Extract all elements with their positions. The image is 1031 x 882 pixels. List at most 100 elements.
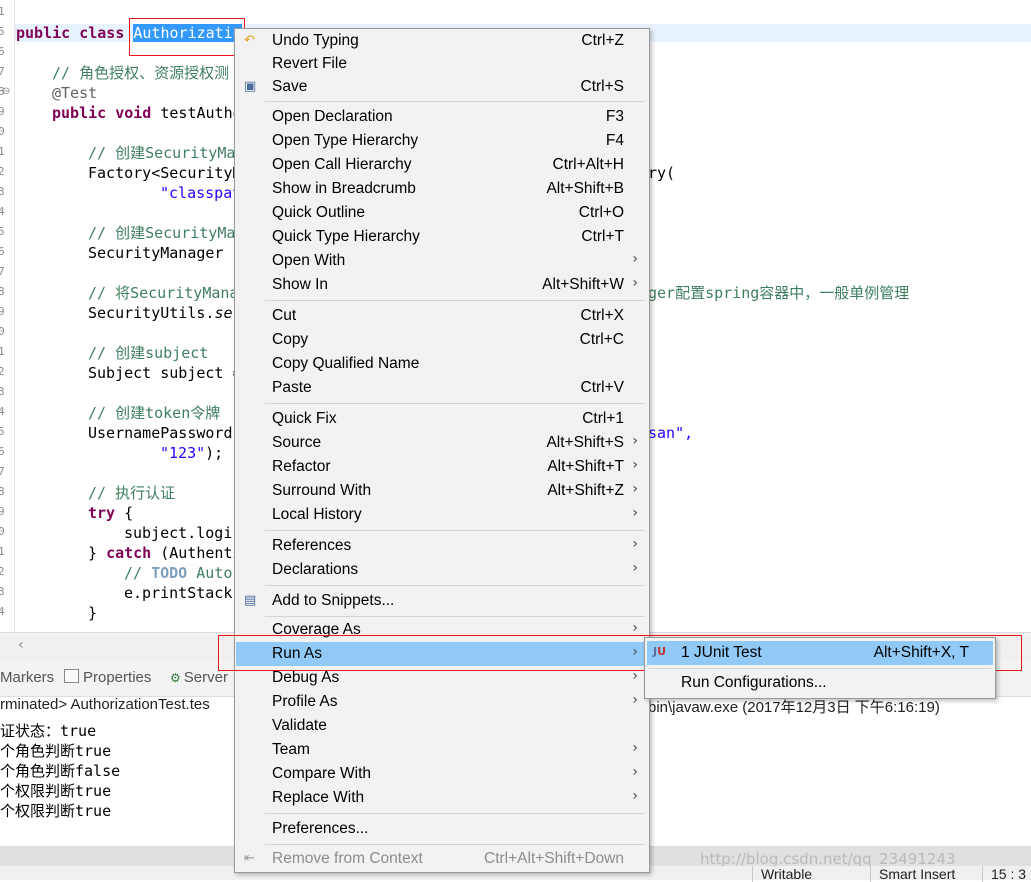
tab-markers[interactable]: Markers [0,669,54,686]
chevron-right-icon: › [632,560,638,576]
code-text: (Authenti [151,544,242,562]
menu-label: Copy [272,331,309,348]
menu-label: Replace With [272,789,365,806]
menu-separator [649,668,991,669]
menu-item-copy-qualified-name[interactable]: Copy Qualified Name [236,352,648,376]
menu-item-references[interactable]: References › [236,534,648,558]
menu-item-remove-from-context[interactable]: ⇤ Remove from Context Ctrl+Alt+Shift+Dow… [236,847,648,871]
chevron-right-icon: › [632,620,638,636]
chevron-right-icon: › [632,692,638,708]
run-as-submenu: JU 1 JUnit Test Alt+Shift+X, T Run Confi… [644,637,996,699]
menu-item-declarations[interactable]: Declarations › [236,558,648,582]
undo-icon: ↶ [244,33,255,48]
console-launch-name: rminated> AuthorizationTest.tes [0,696,210,713]
code-statement: Subject subject = [88,364,242,382]
save-icon: ▣ [244,79,257,94]
menu-shortcut: Ctrl+1 [582,410,624,427]
code-statement: "123"); [160,443,223,463]
fold-toggle-icon[interactable]: ⊖ [2,86,10,97]
menu-item-profile-as[interactable]: Profile As › [236,690,648,714]
menu-label: Open Declaration [272,108,393,125]
menu-item-source[interactable]: Source Alt+Shift+S › [236,431,648,455]
line-number: 3 [0,586,10,598]
menu-label: Refactor [272,458,331,475]
menu-shortcut: Alt+Shift+B [546,180,624,197]
menu-item-local-history[interactable]: Local History › [236,503,648,527]
menu-separator [265,844,645,845]
line-number: 6 [0,446,10,458]
menu-shortcut: Ctrl+O [578,204,624,221]
menu-item-preferences[interactable]: Preferences... [236,817,648,841]
menu-label: Revert File [272,55,347,72]
menu-item-quick-fix[interactable]: Quick Fix Ctrl+1 [236,407,648,431]
menu-item-replace-with[interactable]: Replace With › [236,786,648,810]
code-text: ); [205,444,224,462]
menu-item-open-declaration[interactable]: Open Declaration F3 [236,105,648,129]
menu-label: Show in Breadcrumb [272,180,416,197]
method-declaration: public void testAutho [52,103,242,123]
menu-label: Save [272,78,308,95]
line-number: 1 [0,6,10,18]
menu-item-paste[interactable]: Paste Ctrl+V [236,376,648,400]
line-number: 8 [0,486,10,498]
context-menu: ↶ Undo Typing Ctrl+Z Revert File ▣ Save … [234,28,650,873]
menu-label: Quick Outline [272,204,366,221]
menu-item-save[interactable]: ▣ Save Ctrl+S [236,75,648,99]
menu-item-undo[interactable]: ↶ Undo Typing Ctrl+Z [236,29,648,53]
line-number: 3 [0,186,10,198]
menu-item-open-type-hierarchy[interactable]: Open Type Hierarchy F4 [236,129,648,153]
menu-item-open-with[interactable]: Open With › [236,249,648,273]
menu-item-copy[interactable]: Copy Ctrl+C [236,328,648,352]
tab-servers[interactable]: ⚙ Server [170,669,228,686]
line-number: 6 [0,46,10,58]
line-number: 1 [0,546,10,558]
chevron-right-icon: › [632,457,638,473]
menu-item-add-to-snippets[interactable]: ▤ Add to Snippets... [236,589,648,613]
menu-label: Declarations [272,561,359,578]
menu-item-quick-outline[interactable]: Quick Outline Ctrl+O [236,201,648,225]
menu-label: Open Call Hierarchy [272,156,412,173]
method-name: testAutho [160,104,242,122]
line-number: 9 [0,506,10,518]
submenu-item-junit-test[interactable]: JU 1 JUnit Test Alt+Shift+X, T [647,641,993,665]
menu-item-show-in[interactable]: Show In Alt+Shift+W › [236,273,648,297]
code-statement: subject.logi [124,524,233,542]
code-comment: // 将SecurityMana [88,284,239,302]
menu-item-show-in-breadcrumb[interactable]: Show in Breadcrumb Alt+Shift+B [236,177,648,201]
junit-icon: JU [653,645,667,658]
line-number: 1 [0,346,10,358]
menu-item-cut[interactable]: Cut Ctrl+X [236,304,648,328]
menu-item-revert-file[interactable]: Revert File [236,52,648,76]
catch-statement: } catch (Authenti [88,543,242,563]
servers-icon: ⚙ [170,671,181,685]
code-comment: // 创建token令牌 [88,404,221,422]
line-number: 7 [0,466,10,478]
menu-separator [265,403,645,404]
menu-shortcut: Alt+Shift+W [542,276,624,293]
line-number: 2 [0,566,10,578]
menu-item-open-call-hierarchy[interactable]: Open Call Hierarchy Ctrl+Alt+H [236,153,648,177]
menu-shortcut: Alt+Shift+T [547,458,624,475]
menu-item-team[interactable]: Team › [236,738,648,762]
menu-label: Surround With [272,482,372,499]
tab-properties[interactable]: Properties [64,669,151,686]
line-number: 8 [0,286,10,298]
menu-shortcut: Ctrl+X [580,307,625,324]
chevron-right-icon: › [632,433,638,449]
string-literal: "123" [160,444,206,462]
menu-item-validate[interactable]: Validate [236,714,648,738]
code-statement: SecurityManager s [88,244,242,262]
menu-label: Preferences... [272,820,369,837]
menu-item-compare-with[interactable]: Compare With › [236,762,648,786]
menu-item-refactor[interactable]: Refactor Alt+Shift+T › [236,455,648,479]
line-number: 1 [0,146,10,158]
submenu-item-run-configurations[interactable]: Run Configurations... [647,671,993,695]
menu-item-surround-with[interactable]: Surround With Alt+Shift+Z › [236,479,648,503]
code-statement: } [88,604,98,622]
line-number: 4 [0,606,10,618]
line-number: 5 [0,226,10,238]
menu-item-quick-type-hierarchy[interactable]: Quick Type Hierarchy Ctrl+T [236,225,648,249]
menu-label: Quick Fix [272,410,337,427]
scroll-left-icon[interactable]: ‹ [18,637,24,653]
menu-label: 1 JUnit Test [681,644,762,661]
